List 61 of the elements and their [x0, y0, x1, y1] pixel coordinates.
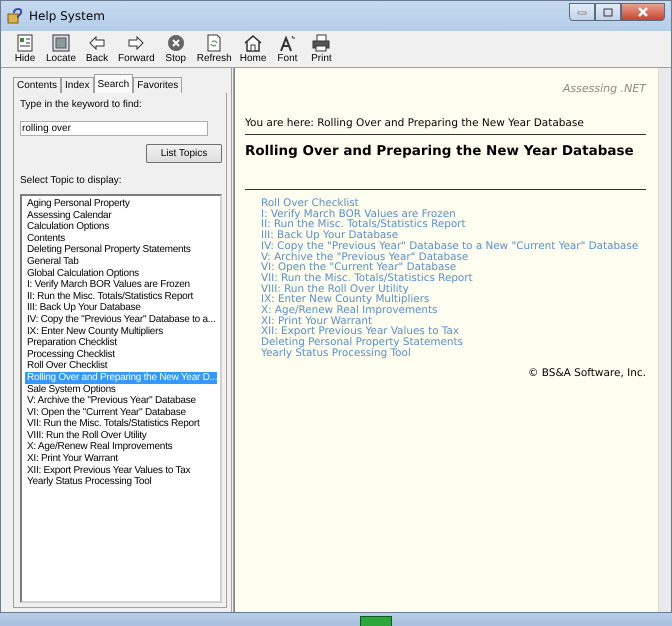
- topic-item[interactable]: V: Archive the "Previous Year" Database: [25, 395, 217, 407]
- minimize-button[interactable]: [569, 3, 595, 21]
- forward-icon: [126, 33, 146, 53]
- toolbar-button[interactable]: Print: [305, 33, 338, 65]
- topic-item[interactable]: IV: Copy the "Previous Year" Database to a...: [25, 314, 217, 326]
- help-icon: [7, 8, 23, 24]
- topic-item[interactable]: VIII: Run the Roll Over Utility: [25, 430, 217, 442]
- home-icon: [243, 33, 264, 53]
- topic-item[interactable]: Calculation Options: [25, 221, 217, 233]
- minimize-icon: [577, 9, 587, 15]
- stop-icon: [166, 33, 186, 53]
- list-label: Select Topic to display:: [20, 175, 123, 186]
- topic-item[interactable]: Contents: [25, 232, 217, 244]
- toolbar-button[interactable]: Home: [236, 33, 270, 65]
- topic-item[interactable]: Assessing Calendar: [25, 210, 217, 222]
- tab[interactable]: Contents: [13, 77, 62, 93]
- toolbar-button[interactable]: Forward: [115, 33, 158, 65]
- page-heading: Rolling Over and Preparing the New Year Database: [245, 143, 635, 159]
- topic-item[interactable]: III: Back Up Your Database: [25, 302, 217, 314]
- toolbar-button[interactable]: Refresh: [194, 33, 235, 65]
- list-topics-button[interactable]: List Topics: [146, 144, 222, 163]
- topic-item[interactable]: II: Run the Misc. Totals/Statistics Report: [25, 290, 217, 302]
- window-title: Help System: [29, 9, 106, 23]
- hide-icon: [15, 33, 35, 53]
- topic-item[interactable]: VI: Open the "Current Year" Database: [25, 406, 217, 418]
- maximize-button[interactable]: [595, 3, 621, 21]
- breadcrumb: You are here: Rolling Over and Preparing the New Year Database: [245, 117, 646, 135]
- topic-item[interactable]: VII: Run the Misc. Totals/Statistics Report: [25, 418, 217, 430]
- toolbar-button[interactable]: Hide: [9, 33, 41, 65]
- topic-item[interactable]: IX: Enter New County Multipliers: [25, 326, 217, 338]
- copyright: © BS&A Software, Inc.: [528, 366, 646, 379]
- print-icon: [311, 33, 332, 53]
- font-icon: [277, 33, 298, 53]
- close-button[interactable]: [621, 3, 665, 21]
- close-icon: [637, 7, 649, 17]
- topic-item[interactable]: X: Age/Renew Real Improvements: [25, 441, 217, 454]
- topic-item[interactable]: XII: Export Previous Year Values to Tax: [25, 464, 217, 476]
- toolbar-button[interactable]: Back: [81, 33, 114, 65]
- back-icon: [87, 33, 108, 53]
- topic-item[interactable]: Aging Personal Property: [25, 198, 217, 210]
- brand-text: Assessing .NET: [562, 82, 646, 95]
- topic-item[interactable]: Sale System Options: [25, 384, 217, 396]
- topic-item[interactable]: Preparation Checklist: [25, 337, 217, 349]
- tab[interactable]: Search: [94, 74, 134, 93]
- tab[interactable]: Index: [61, 77, 94, 93]
- topic-item[interactable]: General Tab: [25, 256, 217, 268]
- topic-item[interactable]: Global Calculation Options: [25, 268, 217, 280]
- topic-item[interactable]: Processing Checklist: [25, 348, 217, 360]
- toolbar-button[interactable]: Locate: [43, 33, 80, 65]
- topic-item[interactable]: XI: Print Your Warrant: [25, 453, 217, 465]
- toolbar-button[interactable]: Stop: [160, 33, 192, 65]
- maximize-icon: [603, 8, 613, 16]
- keyword-field[interactable]: rolling over: [20, 121, 208, 136]
- topic-item[interactable]: I: Verify March BOR Values are Frozen: [25, 279, 217, 291]
- tab[interactable]: Favorites: [133, 77, 182, 93]
- topic-item[interactable]: Yearly Status Processing Tool: [25, 476, 217, 488]
- locate-icon: [51, 33, 72, 53]
- topic-item[interactable]: Roll Over Checklist: [25, 360, 217, 372]
- toolbar-button[interactable]: Font: [271, 33, 304, 65]
- topic-item[interactable]: Deleting Personal Property Statements: [25, 244, 217, 256]
- field-label: Type in the keyword to find:: [20, 99, 143, 110]
